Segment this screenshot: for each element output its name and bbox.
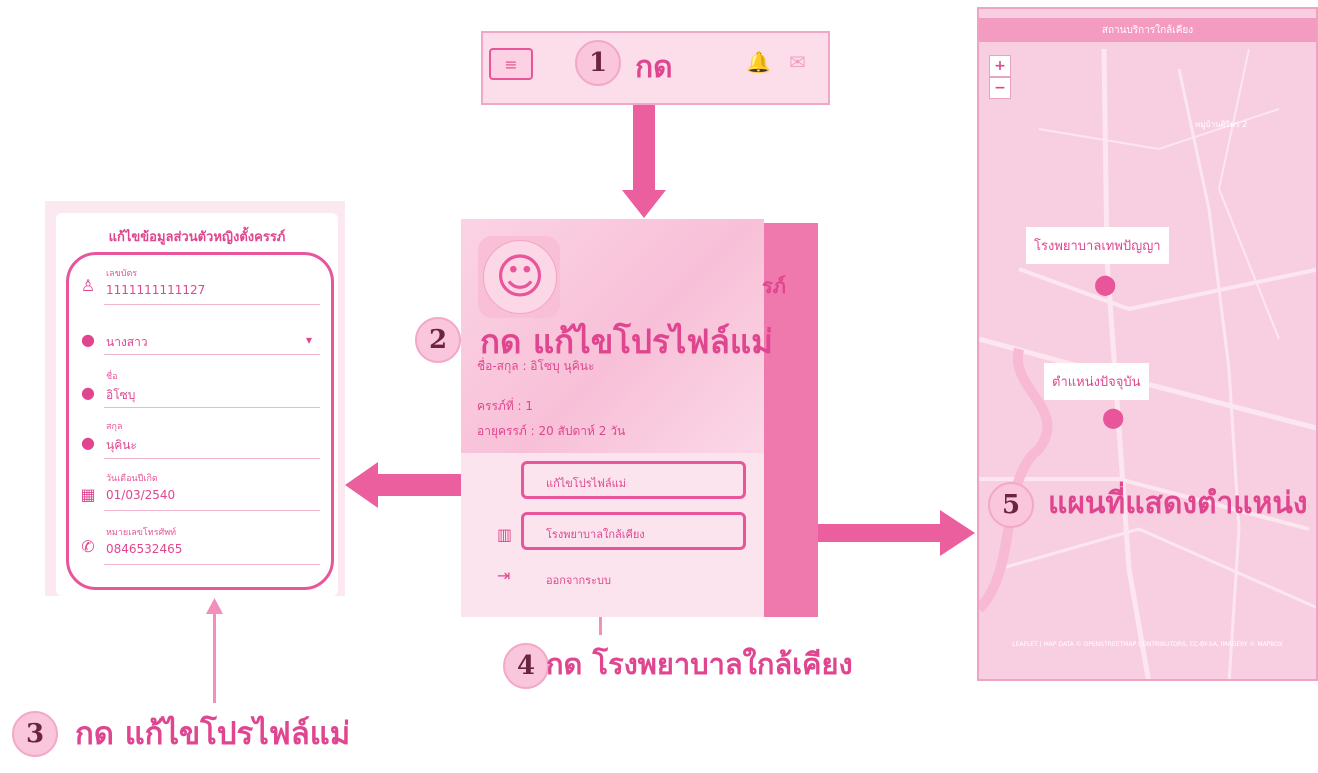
field-label-firstname: ชื่อ <box>106 372 118 382</box>
current-location-pin-icon[interactable]: ⬤ <box>1102 405 1124 429</box>
account-circle-icon: ● <box>81 383 95 402</box>
field-lastname-input[interactable]: นุคินะ <box>106 436 137 455</box>
step-3-caption: กด แก้ไขโปรไฟล์แม่ <box>75 716 351 752</box>
zoom-in-button[interactable]: + <box>989 55 1011 77</box>
hospital-label: โรงพยาบาลเทพปัญญา <box>1026 227 1169 264</box>
step-4-badge: 4 <box>503 643 549 689</box>
map-place-label: หมู่บ้านศิริพร 2 <box>1195 120 1248 129</box>
hospital-pin-icon[interactable]: ⬤ <box>1094 272 1116 296</box>
current-location-label: ตำแหน่งปัจจุบัน <box>1044 363 1149 400</box>
profile-gestational-age: อายุครรภ์ : 20 สัปดาห์ 2 วัน <box>477 424 626 438</box>
field-label-id: เลขบัตร <box>106 269 138 279</box>
account-circle-icon: ● <box>81 330 95 349</box>
phone-icon: ✆ <box>81 537 95 556</box>
menu-item-edit-profile[interactable]: แก้ไขโปรไฟล์แม่ <box>546 474 626 492</box>
step-3-badge: 3 <box>12 711 58 757</box>
map-view[interactable] <box>977 7 1318 681</box>
logout-icon: ⇥ <box>497 566 511 585</box>
step-1-caption: กด <box>635 50 673 85</box>
map-icon: ▥ <box>497 525 513 544</box>
field-id-input[interactable]: 1111111111127 <box>106 283 205 297</box>
step-5-badge: 5 <box>988 482 1034 528</box>
field-title-select[interactable]: นางสาว <box>106 333 148 352</box>
map-attribution: LEAFLET | MAP DATA © OPENSTREETMAP CONTR… <box>1012 641 1283 648</box>
divider <box>104 564 320 565</box>
mail-icon[interactable]: ✉ <box>789 50 806 74</box>
arrow-step3 <box>206 598 223 703</box>
zoom-out-button[interactable]: − <box>989 77 1011 99</box>
divider <box>104 510 320 511</box>
profile-pregnancy: ครรภ์ที่ : 1 <box>477 399 534 413</box>
field-phone-input[interactable]: 0846532465 <box>106 542 182 556</box>
bell-icon[interactable]: 🔔 <box>746 50 771 74</box>
page-title-partial: รภ์ <box>762 274 786 298</box>
step-2-badge: 2 <box>415 317 461 363</box>
map-roads <box>979 48 1316 679</box>
field-firstname-input[interactable]: อิโซบุ <box>106 386 135 405</box>
step-4-caption: กด โรงพยาบาลใกล้เคียง <box>546 647 853 681</box>
divider <box>104 407 320 408</box>
field-birthdate-input[interactable]: 01/03/2540 <box>106 488 175 502</box>
step-1-badge: 1 <box>575 40 621 86</box>
map-header: สถานบริการใกล้เคียง <box>979 18 1316 42</box>
menu-item-logout[interactable]: ออกจากระบบ <box>546 571 611 589</box>
arrow-down-to-drawer <box>622 104 666 218</box>
divider <box>104 354 320 355</box>
step-5-caption: แผนที่แสดงตำแหน่ง <box>1048 486 1308 521</box>
divider <box>104 458 320 459</box>
calendar-icon: ▦ <box>80 485 96 504</box>
field-label-birthdate: วันเดือนปีเกิด <box>106 474 158 484</box>
person-outline-icon: ♙ <box>80 276 96 295</box>
menu-item-nearby-hospital[interactable]: โรงพยาบาลใกล้เคียง <box>546 525 645 543</box>
field-label-lastname: สกุล <box>106 422 123 432</box>
field-label-phone: หมายเลขโทรศัพท์ <box>106 528 177 538</box>
form-title: แก้ไขข้อมูลส่วนตัวหญิงตั้งครรภ์ <box>108 230 286 245</box>
avatar-smiley-icon: ☺ <box>483 240 557 314</box>
chevron-down-icon[interactable]: ▾ <box>306 333 312 347</box>
hamburger-menu-icon[interactable]: ≡ <box>489 48 533 80</box>
account-circle-icon: ● <box>81 433 95 452</box>
profile-name: ชื่อ-สกุล : อิโซบุ นุคินะ <box>477 359 595 373</box>
divider <box>104 304 320 305</box>
